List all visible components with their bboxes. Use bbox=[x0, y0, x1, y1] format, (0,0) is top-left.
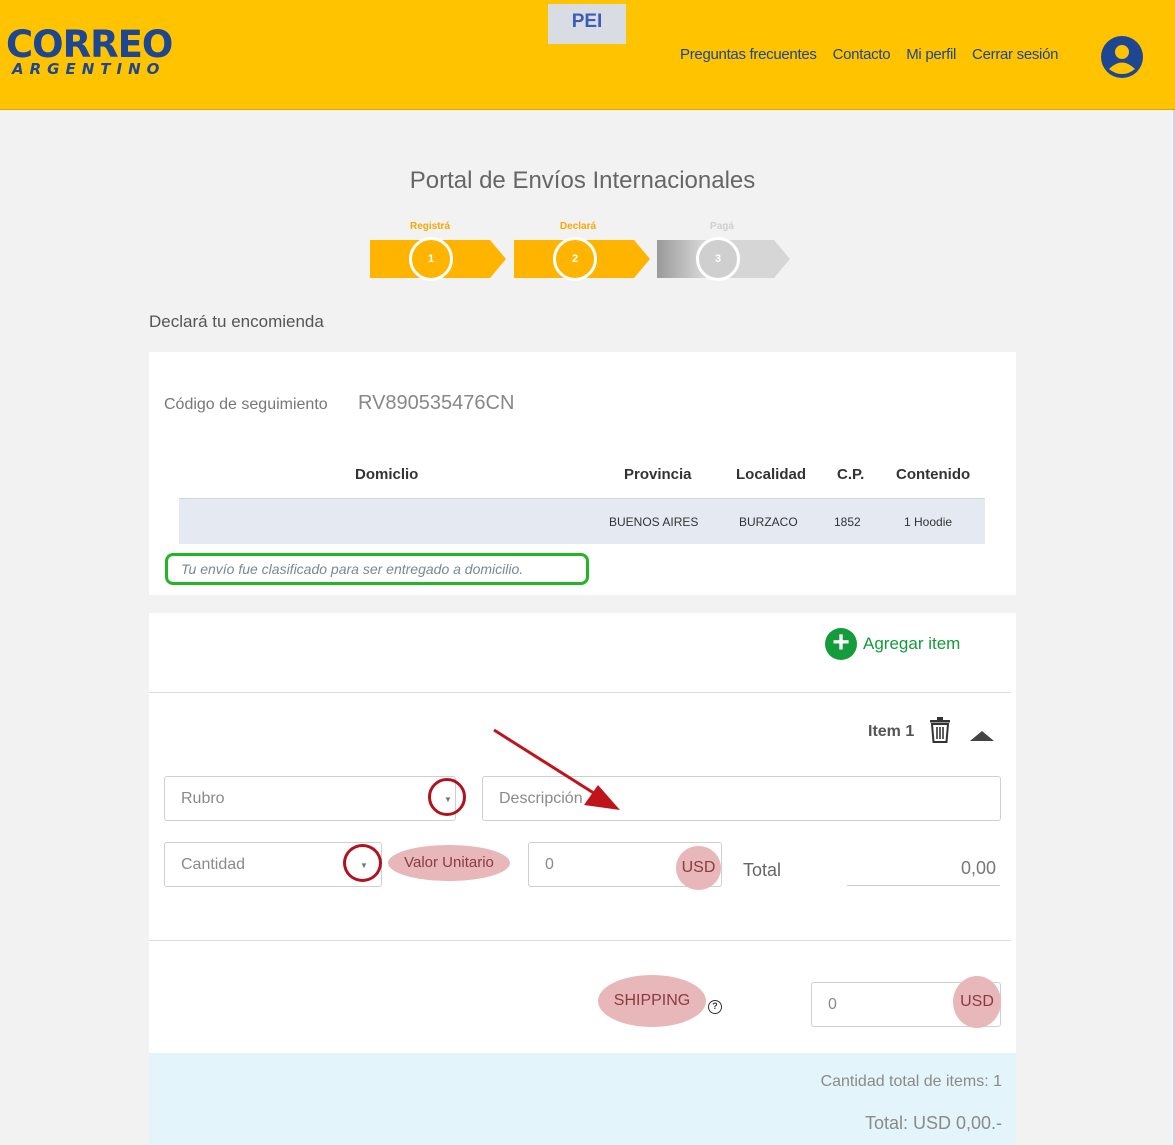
step-1-circle: 1 bbox=[409, 237, 453, 281]
shipping-label: SHIPPING bbox=[598, 975, 706, 1027]
valor-currency: USD bbox=[676, 846, 721, 890]
page-title: Portal de Envíos Internacionales bbox=[409, 167, 756, 194]
items-card: + Agregar item Item 1 Rubro ▼ Descripció… bbox=[149, 613, 1016, 1145]
pei-badge: PEI bbox=[548, 4, 626, 44]
cell-localidad: BURZACO bbox=[739, 515, 798, 529]
valor-unitario-label: Valor Unitario bbox=[388, 845, 510, 881]
user-avatar-icon[interactable] bbox=[1101, 36, 1143, 78]
step-2-label: Declará bbox=[559, 221, 597, 232]
add-item-label: Agregar item bbox=[863, 634, 961, 653]
nav-faq-link[interactable]: Preguntas frecuentes bbox=[680, 46, 817, 63]
col-contenido: Contenido bbox=[896, 466, 971, 483]
cell-cp: 1852 bbox=[834, 515, 861, 529]
col-localidad: Localidad bbox=[736, 466, 807, 483]
item-title: Item 1 bbox=[868, 723, 915, 740]
delivery-notice: Tu envío fue clasificado para ser entreg… bbox=[165, 553, 589, 585]
logo-main-text: CORREO bbox=[6, 23, 173, 66]
table-row bbox=[179, 498, 985, 544]
help-icon[interactable]: ? bbox=[708, 1000, 722, 1014]
col-provincia: Provincia bbox=[624, 466, 692, 483]
grand-total: Total: USD 0,00.- bbox=[864, 1113, 1002, 1133]
items-count: Cantidad total de items: 1 bbox=[820, 1073, 1002, 1090]
total-value: 0,00 bbox=[847, 843, 1000, 886]
step-3-circle: 3 bbox=[696, 237, 740, 281]
nav-logout-link[interactable]: Cerrar sesión bbox=[972, 46, 1058, 63]
annotation-circle bbox=[343, 844, 382, 882]
cell-provincia: BUENOS AIRES bbox=[609, 515, 699, 529]
shipping-currency: USD bbox=[953, 976, 1001, 1028]
top-header: CORREO ARGENTINO PEI Preguntas frecuente… bbox=[0, 0, 1175, 110]
col-domicilio: Domiclio bbox=[355, 466, 419, 483]
logo-sub-text: ARGENTINO bbox=[12, 60, 166, 78]
tracking-label: Código de seguimiento bbox=[164, 396, 328, 413]
plus-icon: + bbox=[825, 628, 857, 660]
nav-profile-link[interactable]: Mi perfil bbox=[906, 46, 956, 63]
add-item-button[interactable]: + Agregar item bbox=[825, 628, 960, 660]
cell-contenido: 1 Hoodie bbox=[904, 515, 953, 529]
rubro-select[interactable]: Rubro bbox=[164, 776, 456, 821]
total-label: Total bbox=[743, 860, 782, 880]
divider bbox=[149, 692, 1011, 693]
annotation-circle bbox=[428, 778, 466, 816]
divider bbox=[149, 940, 1011, 941]
nav-contact-link[interactable]: Contacto bbox=[833, 46, 891, 63]
shipment-card: Código de seguimiento RV890535476CN Domi… bbox=[149, 352, 1016, 595]
step-2-circle: 2 bbox=[553, 237, 597, 281]
trash-icon[interactable] bbox=[929, 717, 951, 743]
col-cp: C.P. bbox=[837, 466, 865, 483]
descripcion-input[interactable]: Descripción bbox=[482, 776, 1001, 821]
section-title: Declará tu encomienda bbox=[149, 312, 324, 331]
tracking-code: RV890535476CN bbox=[358, 392, 515, 414]
top-nav: Preguntas frecuentes Contacto Mi perfil … bbox=[680, 46, 1074, 63]
summary-panel: Cantidad total de items: 1 Total: USD 0,… bbox=[149, 1053, 1016, 1145]
step-1-label: Registrá bbox=[409, 221, 450, 232]
step-3-label: Pagá bbox=[710, 221, 734, 232]
correo-argentino-logo[interactable]: CORREO ARGENTINO bbox=[6, 23, 173, 78]
collapse-caret-icon[interactable] bbox=[970, 731, 994, 741]
